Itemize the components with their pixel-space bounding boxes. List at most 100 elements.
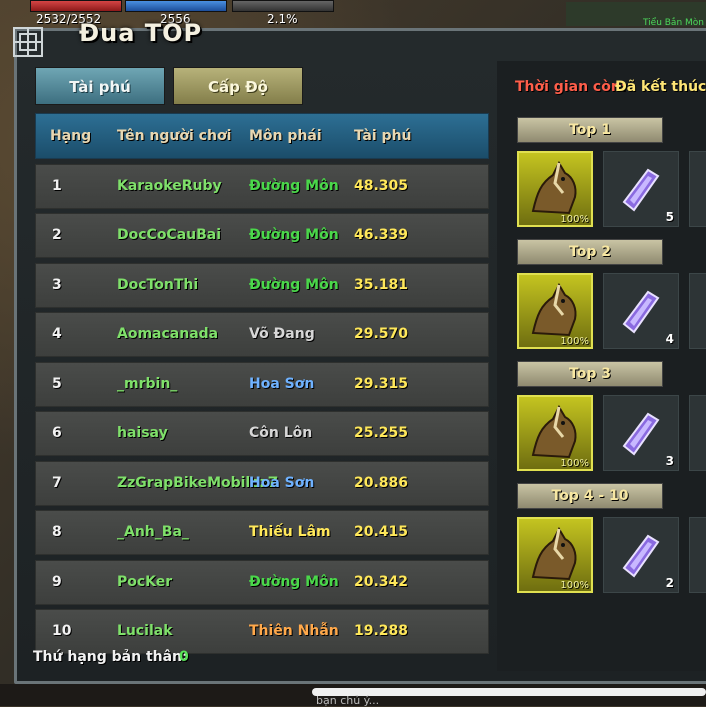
reward-durability: 100%	[560, 336, 589, 347]
sect-cell: Côn Lôn	[249, 425, 313, 441]
rank-cell: 7	[52, 474, 62, 491]
ranking-table: Hạng Tên người chơi Môn phái Tài phú 1 Ka…	[35, 113, 489, 654]
reward-tier-header: Top 4 - 10	[517, 483, 663, 509]
rank-cell: 9	[52, 573, 62, 590]
rank-cell: 3	[52, 276, 62, 293]
player-name-cell: PocKer	[117, 573, 173, 590]
tab-level[interactable]: Cấp Độ	[173, 67, 303, 105]
reward-panel: Thời gian còn: Đã kết thúc Tr Top 1100%5…	[497, 61, 706, 671]
player-name-cell: KaraokeRuby	[117, 177, 222, 194]
sect-cell: Hoa Sơn	[249, 474, 315, 491]
player-name-cell: DocCoCauBai	[117, 227, 222, 243]
player-name-cell: DocTonThi	[117, 276, 199, 293]
wealth-cell: 35.181	[354, 276, 409, 293]
rank-cell: 10	[52, 623, 72, 639]
wealth-cell: 19.288	[354, 623, 409, 639]
tab-wealth[interactable]: Tài phú	[35, 67, 165, 105]
crystal-reward-slot[interactable]: 4	[603, 273, 679, 349]
player-name-cell: Lucilak	[117, 623, 173, 639]
extra-reward-slot[interactable]	[689, 517, 706, 593]
wealth-cell: 20.886	[354, 474, 409, 491]
table-row[interactable]: 5 _mrbin_ Hoa Sơn 29.315	[35, 361, 489, 407]
mount-reward-slot[interactable]: 100%	[517, 395, 593, 471]
table-row[interactable]: 1 KaraokeRuby Đường Môn 48.305	[35, 163, 489, 209]
player-name-cell: _Anh_Ba_	[117, 524, 189, 540]
wealth-cell: 46.339	[354, 227, 409, 243]
reward-tier-header: Top 2	[517, 239, 663, 265]
coin-icon	[690, 152, 706, 226]
mount-reward-slot[interactable]: 100%	[517, 273, 593, 349]
reward-tier-header: Top 3	[517, 361, 663, 387]
extra-reward-slot[interactable]	[689, 151, 706, 227]
rank-cell: 8	[52, 524, 62, 540]
mount-reward-slot[interactable]: 100%	[517, 151, 593, 227]
table-row[interactable]: 3 DocTonThi Đường Môn 35.181	[35, 262, 489, 308]
self-rank-value: 0	[179, 649, 189, 665]
rank-cell: 2	[52, 227, 62, 243]
time-remaining-value: Đã kết thúc	[615, 79, 706, 95]
coin-icon	[690, 396, 706, 470]
table-row[interactable]: 9 PocKer Đường Môn 20.342	[35, 559, 489, 605]
sect-cell: Thiên Nhẫn	[249, 623, 339, 639]
table-row[interactable]: 8 _Anh_Ba_ Thiếu Lâm 20.415	[35, 510, 489, 555]
reward-count: 3	[665, 454, 674, 468]
rank-cell: 6	[52, 425, 62, 441]
rank-cell: 5	[52, 375, 62, 392]
sect-cell: Đường Môn	[249, 276, 339, 293]
wealth-cell: 20.415	[354, 524, 409, 540]
top-right-text: Tiểu Bắn Mòn	[642, 18, 704, 28]
table-row[interactable]: 10 Lucilak Thiên Nhẫn 19.288	[35, 609, 489, 654]
table-row[interactable]: 6 haisay Côn Lôn 25.255	[35, 411, 489, 456]
table-row[interactable]: 4 Aomacanada Võ Đang 29.570	[35, 312, 489, 357]
coin-icon	[690, 518, 706, 592]
sect-cell: Thiếu Lâm	[249, 524, 331, 540]
header-rank: Hạng	[50, 128, 92, 144]
crystal-reward-slot[interactable]: 3	[603, 395, 679, 471]
self-rank-label: Thứ hạng bản thân:	[33, 649, 188, 665]
crystal-reward-slot[interactable]: 2	[603, 517, 679, 593]
time-remaining-label: Thời gian còn:	[515, 79, 627, 95]
player-name-cell: Aomacanada	[117, 326, 219, 342]
corner-knot-icon	[13, 27, 43, 57]
rank-cell: 1	[52, 177, 62, 194]
extra-reward-slot[interactable]	[689, 395, 706, 471]
extra-reward-slot[interactable]	[689, 273, 706, 349]
chat-preview: bạn chủ ý...	[316, 694, 380, 707]
xp-bar	[232, 0, 334, 12]
sect-cell: Đường Môn	[249, 573, 339, 590]
table-row[interactable]: 2 DocCoCauBai Đường Môn 46.339	[35, 213, 489, 258]
header-sect: Môn phái	[249, 128, 322, 144]
header-player-name: Tên người chơi	[117, 128, 232, 144]
mp-bar	[125, 0, 227, 12]
sect-cell: Đường Môn	[249, 227, 339, 243]
wealth-cell: 29.315	[354, 375, 409, 392]
wealth-cell: 48.305	[354, 177, 409, 194]
sect-cell: Hoa Sơn	[249, 375, 315, 392]
table-row[interactable]: 7 ZzGrapBikeMobilezZ Hoa Sơn 20.886	[35, 460, 489, 506]
coin-icon	[690, 274, 706, 348]
player-name-cell: haisay	[117, 425, 168, 441]
reward-durability: 100%	[560, 458, 589, 469]
wealth-cell: 20.342	[354, 573, 409, 590]
sect-cell: Đường Môn	[249, 177, 339, 194]
xp-text: 2.1%	[267, 12, 298, 26]
player-name-cell: _mrbin_	[117, 375, 178, 392]
wealth-cell: 25.255	[354, 425, 409, 441]
reward-tier-header: Top 1	[517, 117, 663, 143]
header-wealth: Tài phú	[354, 128, 412, 144]
window-title: Đua TOP	[79, 19, 203, 47]
hp-bar	[30, 0, 122, 12]
rank-cell: 4	[52, 326, 62, 342]
reward-durability: 100%	[560, 214, 589, 225]
wealth-cell: 29.570	[354, 326, 409, 342]
reward-count: 4	[665, 332, 674, 346]
leaderboard-window: Đua TOP Tài phú Cấp Độ Hạng Tên người ch…	[13, 19, 706, 684]
reward-count: 5	[665, 210, 674, 224]
sect-cell: Võ Đang	[249, 326, 315, 342]
top-right-hud: Tiểu Bắn Mòn	[566, 2, 706, 28]
table-header: Hạng Tên người chơi Môn phái Tài phú	[35, 113, 489, 159]
crystal-reward-slot[interactable]: 5	[603, 151, 679, 227]
mount-reward-slot[interactable]: 100%	[517, 517, 593, 593]
reward-count: 2	[665, 576, 674, 590]
reward-durability: 100%	[560, 580, 589, 591]
